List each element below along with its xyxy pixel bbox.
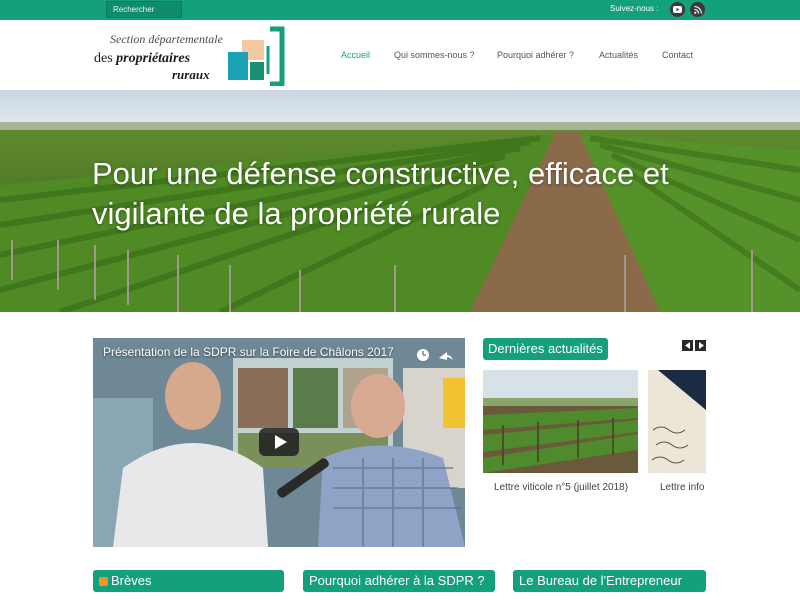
- chevron-right-icon[interactable]: [695, 340, 706, 351]
- video-thumbnail: [93, 338, 465, 547]
- breves-label: Brèves: [111, 573, 152, 588]
- logo-line-1: Section départementale: [110, 32, 223, 46]
- search-input[interactable]: Rechercher: [106, 1, 182, 18]
- rss-icon[interactable]: [690, 2, 705, 17]
- rss-icon: [99, 577, 108, 586]
- breves-box[interactable]: Brèves: [93, 570, 284, 592]
- news-caption-2[interactable]: Lettre info: [660, 482, 706, 493]
- news-thumbnail-2[interactable]: [648, 370, 706, 473]
- news-thumbnail-1[interactable]: [483, 370, 638, 473]
- logo-mark-icon: [228, 26, 285, 86]
- pourquoi-adherer-box[interactable]: Pourquoi adhérer à la SDPR ?: [303, 570, 495, 592]
- news-caption-1[interactable]: Lettre viticole n°5 (juillet 2018): [494, 482, 628, 493]
- nav-pourquoi-adherer[interactable]: Pourquoi adhérer ?: [497, 50, 574, 60]
- nav-contact[interactable]: Contact: [662, 50, 693, 60]
- nav-qui-sommes-nous[interactable]: Qui sommes-nous ?: [394, 50, 475, 60]
- hero-title: Pour une défense constructive, efficace …: [92, 156, 669, 231]
- logo-line-2: des propriétaires: [94, 51, 191, 66]
- hero-banner: Pour une défense constructive, efficace …: [0, 90, 800, 312]
- nav-accueil[interactable]: Accueil: [341, 50, 370, 60]
- top-bar: Rechercher Suivez-nous :: [0, 0, 800, 20]
- video-player[interactable]: Présentation de la SDPR sur la Foire de …: [93, 338, 465, 547]
- nav-actualites[interactable]: Actualités: [599, 50, 638, 60]
- bureau-entrepreneur-box[interactable]: Le Bureau de l'Entrepreneur: [513, 570, 706, 592]
- logo-line-3: ruraux: [172, 67, 210, 82]
- follow-us-label: Suivez-nous :: [610, 4, 659, 13]
- youtube-icon[interactable]: [670, 2, 685, 17]
- news-heading: Dernières actualités: [483, 338, 608, 360]
- video-title[interactable]: Présentation de la SDPR sur la Foire de …: [103, 345, 394, 359]
- site-header: Section départementale des propriétaires…: [0, 20, 800, 90]
- chevron-left-icon[interactable]: [682, 340, 693, 351]
